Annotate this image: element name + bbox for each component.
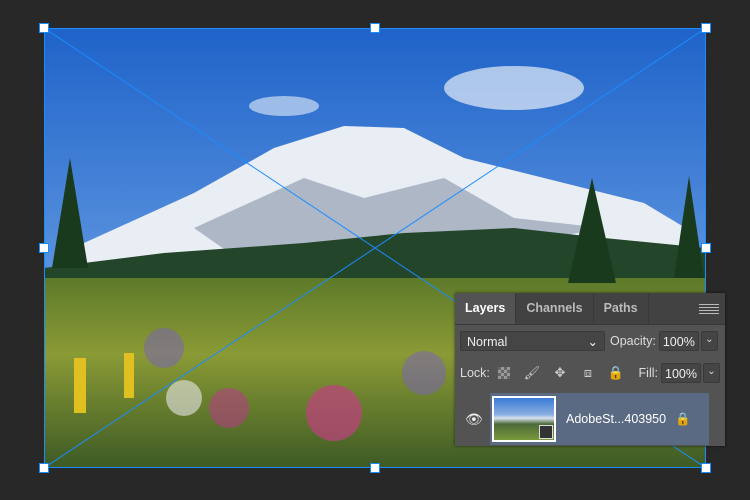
visibility-eye-icon[interactable]: 👁 [465, 411, 483, 428]
fill-label: Fill: [638, 366, 658, 380]
transform-handle-bottom-right[interactable] [701, 463, 711, 473]
panel-menu-icon[interactable] [699, 293, 725, 324]
layer-lock-icon: 🔒 [675, 411, 691, 426]
layers-panel: Layers Channels Paths Normal ⌄ Opacity: … [455, 293, 725, 446]
lock-artboard-icon[interactable]: ⧈ [580, 365, 596, 381]
transform-handle-right[interactable] [701, 243, 711, 253]
fill-dropdown-button[interactable]: ⌄ [703, 363, 720, 383]
blend-mode-select[interactable]: Normal ⌄ [460, 331, 605, 351]
lock-position-move-icon[interactable]: ✥ [552, 365, 568, 381]
lock-all-icon[interactable]: 🔒 [608, 365, 624, 381]
layer-thumbnail [492, 396, 556, 442]
opacity-label: Opacity: [610, 334, 656, 348]
tab-paths[interactable]: Paths [594, 293, 649, 324]
tab-layers[interactable]: Layers [455, 293, 517, 324]
transform-handle-top[interactable] [370, 23, 380, 33]
opacity-input[interactable]: 100% [658, 331, 699, 351]
transform-handle-top-right[interactable] [701, 23, 711, 33]
lock-transparent-pixels-icon[interactable] [497, 367, 510, 379]
blend-mode-value: Normal [467, 335, 508, 349]
transform-handle-bottom-left[interactable] [39, 463, 49, 473]
panel-tabs: Layers Channels Paths [455, 293, 725, 325]
transform-handle-left[interactable] [39, 243, 49, 253]
smart-object-icon [539, 425, 553, 439]
chevron-down-icon: ⌄ [587, 335, 598, 349]
opacity-dropdown-button[interactable]: ⌄ [700, 331, 718, 351]
lock-image-pixels-brush-icon[interactable]: 🖌 [524, 365, 541, 381]
fill-input[interactable]: 100% [661, 363, 701, 383]
transform-handle-top-left[interactable] [39, 23, 49, 33]
lock-label: Lock: [460, 366, 490, 380]
layer-name[interactable]: AdobeSt...403950 [566, 412, 666, 426]
transform-handle-bottom[interactable] [370, 463, 380, 473]
layer-row[interactable]: AdobeSt...403950 🔒 [490, 393, 709, 445]
tab-channels[interactable]: Channels [516, 293, 594, 324]
